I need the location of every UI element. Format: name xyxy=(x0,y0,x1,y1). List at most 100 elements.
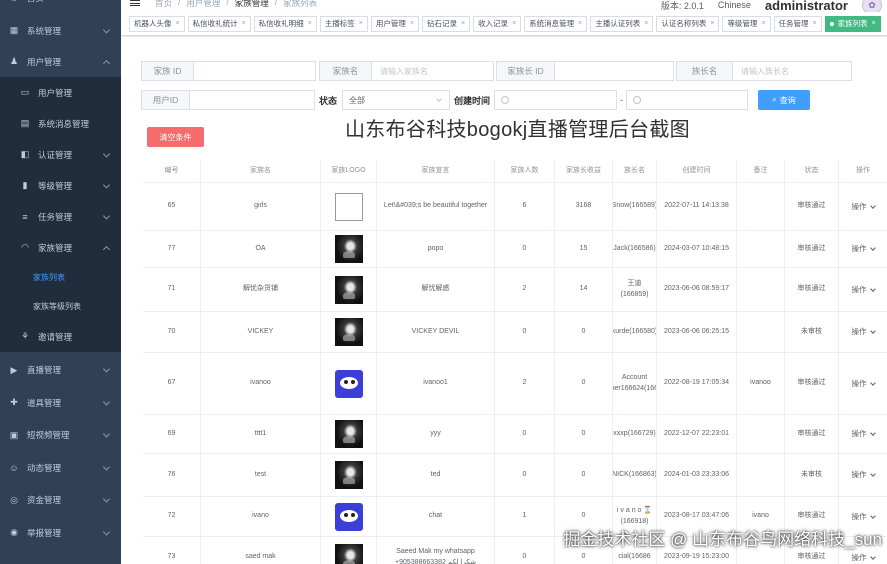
sidebar-item[interactable]: ✚ 道具管理 xyxy=(0,387,121,420)
close-icon[interactable]: × xyxy=(872,20,876,27)
cell-members: 0 xyxy=(495,454,555,496)
tag-5[interactable]: 钻石记录 × xyxy=(421,15,471,32)
language-select[interactable]: Chinese xyxy=(718,0,751,10)
end-date-input[interactable] xyxy=(626,90,749,110)
sidebar-item[interactable]: ◉ 举报管理 xyxy=(0,517,121,550)
sidebar-item-family-1[interactable]: 家族等级列表 xyxy=(0,292,121,321)
sidebar-item[interactable]: ▮ 等级管理 xyxy=(0,170,121,201)
owner-id-input[interactable] xyxy=(554,61,674,81)
user-id-label: 用户ID xyxy=(141,90,189,110)
sidebar-item[interactable]: ▣ 短视频管理 xyxy=(0,419,121,452)
sidebar-item[interactable]: ◎ 资金管理 xyxy=(0,484,121,517)
sidebar-item[interactable]: ☺ 动态管理 xyxy=(0,452,121,485)
breadcrumb-item[interactable]: 用户管理 xyxy=(186,0,220,9)
money-icon: ◎ xyxy=(10,494,18,505)
hamburger-icon[interactable] xyxy=(130,0,140,6)
cell-motto: chat xyxy=(377,497,495,536)
breadcrumb-item[interactable]: 家族列表 xyxy=(283,0,317,9)
operation-dropdown[interactable]: 操作 xyxy=(852,511,876,522)
family-logo-image xyxy=(334,369,363,398)
sidebar-item[interactable]: ▭ 用户管理 xyxy=(0,77,121,108)
tag-label: 家族列表 xyxy=(837,19,868,28)
sidebar-item[interactable]: ▦ 系统管理 xyxy=(0,15,121,46)
operation-dropdown[interactable]: 操作 xyxy=(851,201,876,212)
cell-id: 73 xyxy=(143,537,201,564)
close-icon[interactable]: × xyxy=(359,20,363,27)
cell-logo xyxy=(321,454,377,496)
cell-status: 未审核 xyxy=(785,454,839,496)
tag-4[interactable]: 用户管理 × xyxy=(370,15,419,32)
sidebar: ⌂ 首页 ▦ 系统管理 ♟ 用户管理 ▭ 用户管理 ▤ 系统消息管理 ◧ 认证管理 ▮ 等级管理 ≡ 任务管理… xyxy=(0,0,121,564)
breadcrumb-item[interactable]: 家族管理 xyxy=(235,0,269,9)
close-icon[interactable]: × xyxy=(242,20,246,27)
tag-label: 私信收礼统计 xyxy=(192,19,238,28)
sidebar-item[interactable]: ◠ 家族管理 xyxy=(0,232,121,263)
operation-dropdown[interactable]: 操作 xyxy=(852,326,876,337)
cell-created: 2022-08-19 17:05:34 xyxy=(657,353,737,414)
close-icon[interactable]: × xyxy=(461,20,465,27)
operation-dropdown[interactable]: 操作 xyxy=(852,284,876,295)
grid-icon: ▦ xyxy=(9,25,19,35)
operation-dropdown[interactable]: 操作 xyxy=(852,378,876,389)
sidebar-item-family-0[interactable]: 家族列表 xyxy=(0,263,121,292)
sidebar-item-label: 举报管理 xyxy=(27,527,62,538)
sidebar-item-home[interactable]: ⌂ 首页 xyxy=(0,0,121,8)
user-icon: ♟ xyxy=(9,56,19,66)
tag-8[interactable]: 主播认证列表 × xyxy=(590,15,654,32)
close-icon[interactable]: × xyxy=(710,20,714,27)
date-separator: - xyxy=(620,95,624,105)
sidebar-item[interactable]: ⚘ 邀请管理 xyxy=(0,321,121,352)
status-select[interactable]: 全部 xyxy=(342,90,451,110)
sidebar-item[interactable]: ≡ 任务管理 xyxy=(0,201,121,232)
sidebar-item[interactable]: ◧ 认证管理 xyxy=(0,139,121,170)
family-id-input[interactable] xyxy=(193,61,316,81)
cell-income: 3168 xyxy=(555,183,613,230)
table-row: 76 test ted 0 0 NICK(166863) 2024-01-03 23:33:… xyxy=(143,454,887,497)
close-icon[interactable]: × xyxy=(410,20,414,27)
operation-dropdown[interactable]: 操作 xyxy=(852,552,876,563)
chevron-down-icon xyxy=(869,512,876,519)
cell-logo xyxy=(321,353,377,414)
clear-filters-button[interactable]: 清空条件 xyxy=(147,127,204,147)
owner-name-input[interactable]: 请输入族长名 xyxy=(732,61,852,81)
start-date-input[interactable] xyxy=(494,90,618,110)
tag-6[interactable]: 收入记录 × xyxy=(473,15,522,32)
sidebar-item[interactable]: ▤ 系统消息管理 xyxy=(0,108,121,139)
search-button[interactable]: ⌕ 查询 xyxy=(758,90,811,110)
family-name-input[interactable]: 请输入家族名 xyxy=(371,61,494,81)
tag-1[interactable]: 私信收礼统计 × xyxy=(187,15,251,32)
close-icon[interactable]: × xyxy=(308,20,312,27)
user-id-input[interactable] xyxy=(189,90,315,110)
tag-10[interactable]: 等级管理 × xyxy=(722,15,771,32)
tag-11[interactable]: 任务管理 × xyxy=(773,15,822,32)
close-icon[interactable]: × xyxy=(578,20,582,27)
tag-2[interactable]: 私信收礼明细 × xyxy=(253,15,317,32)
tag-9[interactable]: 认证名称列表 × xyxy=(656,15,720,32)
close-icon[interactable]: × xyxy=(761,20,765,27)
operation-label: 操作 xyxy=(851,201,867,211)
operation-dropdown[interactable]: 操作 xyxy=(852,469,876,480)
sidebar-item[interactable]: ♟ 用户管理 xyxy=(0,46,121,77)
close-icon[interactable]: × xyxy=(176,20,180,27)
operation-dropdown[interactable]: 操作 xyxy=(852,243,876,254)
cell-status: 审核通过 xyxy=(785,183,839,230)
operation-dropdown[interactable]: 操作 xyxy=(852,428,876,439)
sidebar-item-label: 动态管理 xyxy=(27,462,62,473)
breadcrumb-item[interactable]: 首页 xyxy=(155,0,172,9)
close-icon[interactable]: × xyxy=(644,20,648,27)
chevron-icon xyxy=(102,245,111,253)
created-time-label: 创建时间 xyxy=(454,95,491,106)
tag-3[interactable]: 主播标签 × xyxy=(319,15,368,32)
column-header: 家族名 xyxy=(201,160,321,182)
tag-12[interactable]: 家族列表 × xyxy=(824,15,881,32)
tag-7[interactable]: 系统消息管理 × xyxy=(524,15,588,32)
sidebar-item[interactable]: ▶ 直播管理 xyxy=(0,354,121,387)
search-icon: ⌕ xyxy=(772,95,777,104)
family-logo-image xyxy=(334,318,363,346)
home-icon: ⌂ xyxy=(9,0,19,3)
close-icon[interactable]: × xyxy=(512,20,516,27)
username[interactable]: administrator xyxy=(765,0,848,13)
tag-0[interactable]: 机器人头像 × xyxy=(129,15,185,32)
cell-family-name: girls xyxy=(201,183,321,230)
close-icon[interactable]: × xyxy=(813,20,817,27)
